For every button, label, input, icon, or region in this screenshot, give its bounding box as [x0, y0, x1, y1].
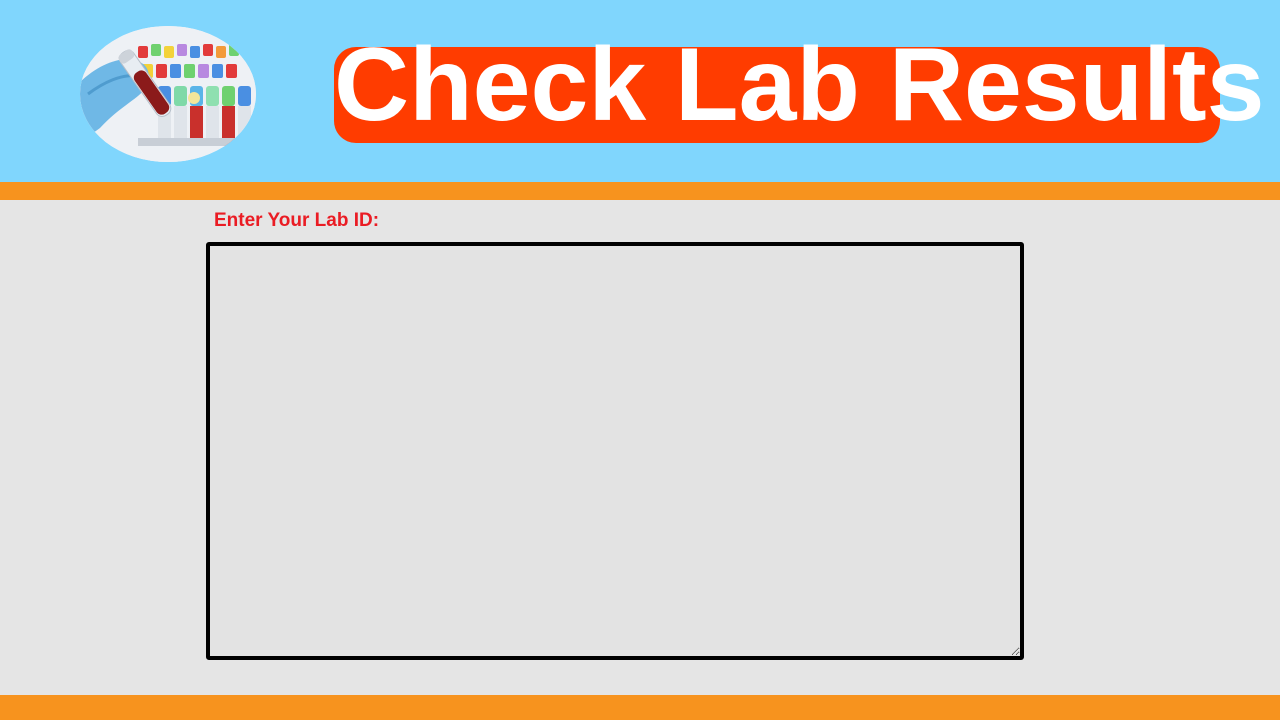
- bottom-accent-stripe: [0, 695, 1280, 720]
- page-title: Check Lab Results: [334, 27, 1265, 143]
- blood-test-tubes-icon: [78, 24, 258, 164]
- header-bar: Check Lab Results: [0, 0, 1280, 182]
- lab-id-input[interactable]: [206, 242, 1024, 660]
- top-accent-stripe: [0, 182, 1280, 200]
- lab-id-label: Enter Your Lab ID:: [214, 210, 380, 231]
